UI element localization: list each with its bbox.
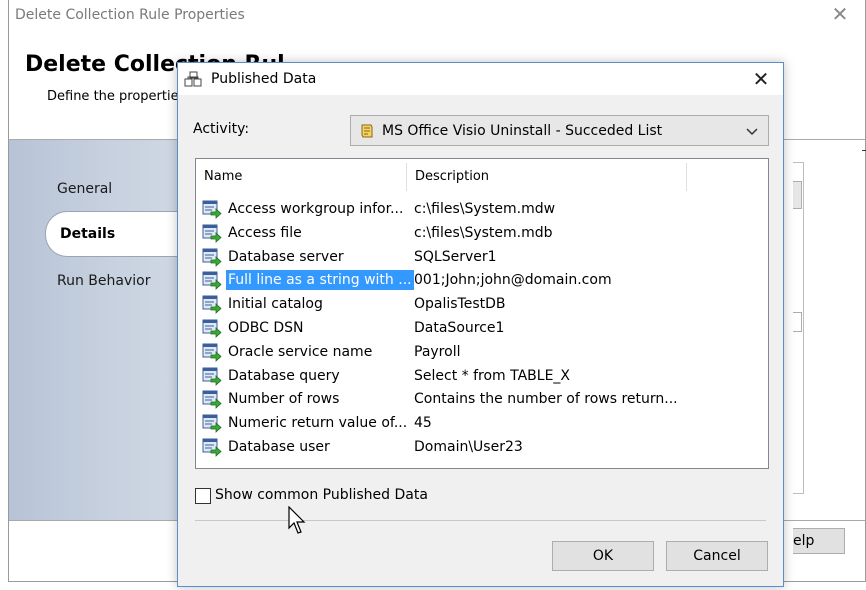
dialog-close-icon[interactable]: ✕ [747,66,775,92]
list-item-description: c:\files\System.mdw [414,201,556,217]
activity-script-icon [361,124,373,138]
nav-panel [9,140,179,520]
list-item-name: Database server [228,248,344,265]
list-item-description: Contains the number of rows return... [414,391,678,408]
list-item-name: Oracle service name [228,343,373,360]
published-data-item-icon [202,319,222,338]
published-data-list[interactable]: Name Description Access workgroup infor.… [195,158,769,469]
properties-subtitle: Define the properties [47,89,186,104]
published-data-item-icon [202,271,222,291]
list-header: Name Description [196,159,768,193]
published-data-item-icon [202,367,222,386]
content-control-stub[interactable] [793,312,802,332]
list-item[interactable]: ODBC DSN DataSource1 [196,316,768,340]
list-item[interactable]: Database server SQLServer1 [196,245,768,269]
list-item-name: Access workgroup infor... [228,201,404,217]
dialog-divider [195,520,766,521]
list-item-name: Numeric return value of... [228,415,408,432]
published-data-dialog: Published Data ✕ Activity: MS Office Vis… [177,62,784,587]
list-item[interactable]: Access workgroup infor... c:\files\System… [196,197,768,221]
list-item[interactable]: Access file c:\files\System.mdb [196,221,768,245]
chevron-down-icon [746,128,758,136]
list-item-description: 001;John;john@domain.com [414,272,612,289]
list-item-name: Initial catalog [228,296,323,313]
show-common-checkbox[interactable] [195,488,211,504]
column-header-name[interactable]: Name [204,169,242,184]
list-item-name: ODBC DSN [228,320,304,336]
published-data-item-icon [202,200,222,219]
column-separator[interactable] [686,163,687,191]
list-item-name: Database query [228,367,340,384]
list-item[interactable]: Oracle service name Payroll [196,340,768,364]
published-data-item-icon [202,390,222,410]
properties-window-title: Delete Collection Rule Properties [15,7,245,23]
published-data-item-icon [202,295,222,315]
nav-item-details[interactable]: Details [45,211,195,257]
nav-item-general[interactable]: General [57,181,112,197]
list-item-description: Domain\User23 [414,439,523,455]
list-item[interactable]: Initial catalog OpalisTestDB [196,292,768,316]
published-data-item-icon [202,438,222,457]
list-item-name: Number of rows [228,391,340,408]
published-data-item-icon [202,414,222,434]
list-item-description: c:\files\System.mdb [414,224,553,241]
nav-item-details-label: Details [60,226,116,242]
published-data-item-icon [202,248,222,267]
published-data-icon [184,71,202,87]
list-item-name: Database user [228,439,330,455]
list-item-description: DataSource1 [414,320,505,336]
help-button[interactable]: elp [793,528,845,554]
activity-label: Activity: [193,121,250,137]
list-item-description: 45 [414,415,432,432]
published-data-item-icon [202,224,222,243]
list-item-description: OpalisTestDB [414,296,506,313]
dialog-title: Published Data [211,71,317,87]
activity-select[interactable]: MS Office Visio Uninstall - Succeded Lis… [350,115,769,146]
list-item[interactable]: Numeric return value of... 45 [196,411,768,435]
dialog-titlebar[interactable]: Published Data ✕ [178,63,783,95]
activity-select-value: MS Office Visio Uninstall - Succeded Lis… [382,123,663,139]
list-item-description: Payroll [414,343,461,360]
published-data-item-icon [202,343,222,362]
ok-button[interactable]: OK [552,541,654,571]
nav-item-run-behavior[interactable]: Run Behavior [57,273,150,289]
list-item[interactable]: Database user Domain\User23 [196,435,768,459]
list-item-description: Select * from TABLE_X [414,367,571,384]
list-item-name: Full line as a string with ... [226,270,414,291]
cancel-button[interactable]: Cancel [666,541,768,571]
column-header-description[interactable]: Description [415,169,489,184]
mouse-cursor-icon [288,506,306,534]
edge-tick [862,150,866,151]
list-item[interactable]: Database query Select * from TABLE_X [196,364,768,388]
list-item-description: SQLServer1 [414,248,497,265]
list-item-name: Access file [228,224,302,241]
list-item[interactable]: Number of rows Contains the number of row… [196,387,768,411]
help-button-label: elp [793,533,815,549]
content-button-stub[interactable] [793,181,802,209]
list-item[interactable]: Full line as a string with ... 001;John;j… [196,268,768,292]
show-common-label[interactable]: Show common Published Data [215,487,428,503]
properties-close-icon[interactable]: ✕ [831,4,849,24]
column-separator[interactable] [406,163,407,191]
